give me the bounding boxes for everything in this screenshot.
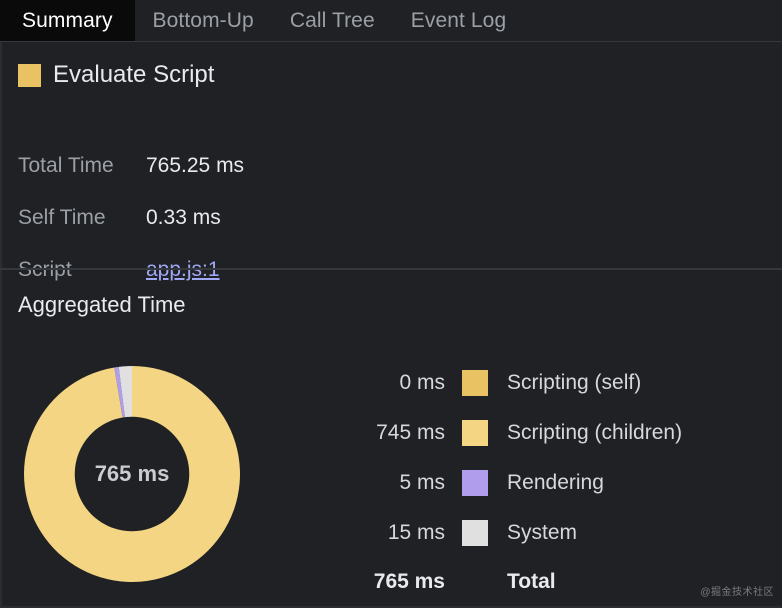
legend-swatch-rendering-icon xyxy=(462,470,488,496)
aggregated-time-heading: Aggregated Time xyxy=(18,292,186,317)
tab-bottom-up-label: Bottom-Up xyxy=(152,9,254,32)
legend-label-scripting-children: Scripting (children) xyxy=(507,421,683,444)
tab-summary[interactable]: Summary xyxy=(0,0,135,42)
donut-svg xyxy=(24,366,241,582)
legend-value-system: 15 ms xyxy=(387,521,445,544)
detail-label-self-time: Self Time xyxy=(18,206,106,229)
detail-row-script: Script app.js:1 xyxy=(18,258,220,282)
legend-row-scripting-self[interactable]: 0 ms Scripting (self) xyxy=(360,358,760,408)
detail-row-self-time: Self Time 0.33 ms xyxy=(18,206,221,230)
event-title-row: Evaluate Script xyxy=(18,63,214,87)
detail-value-self-time: 0.33 ms xyxy=(146,206,221,229)
legend-row-scripting-children[interactable]: 745 ms Scripting (children) xyxy=(360,408,760,458)
section-divider xyxy=(0,268,782,270)
legend-value-scripting-self: 0 ms xyxy=(399,371,445,394)
aggregated-time-legend: 0 ms Scripting (self) 745 ms Scripting (… xyxy=(360,358,760,606)
legend-value-rendering: 5 ms xyxy=(399,471,445,494)
watermark: @掘金技术社区 xyxy=(700,587,774,598)
legend-row-rendering[interactable]: 5 ms Rendering xyxy=(360,458,760,508)
legend-label-total: Total xyxy=(507,570,556,593)
tab-summary-label: Summary xyxy=(22,9,113,32)
detail-row-total-time: Total Time 765.25 ms xyxy=(18,154,244,178)
detail-value-total-time: 765.25 ms xyxy=(146,154,245,177)
tab-event-log[interactable]: Event Log xyxy=(393,0,524,42)
detail-label-total-time: Total Time xyxy=(18,154,114,177)
legend-swatch-scripting-children-icon xyxy=(462,420,488,446)
event-detail-panel: Evaluate Script Total Time 765.25 ms Sel… xyxy=(0,43,782,281)
legend-label-rendering: Rendering xyxy=(507,471,604,494)
aggregated-time-donut-chart: 765 ms xyxy=(22,364,242,584)
legend-value-total: 765 ms xyxy=(373,570,445,593)
legend-row-system[interactable]: 15 ms System xyxy=(360,508,760,558)
tab-call-tree[interactable]: Call Tree xyxy=(272,0,393,42)
event-color-swatch-icon xyxy=(18,63,41,87)
page-title: Evaluate Script xyxy=(53,61,215,88)
legend-label-system: System xyxy=(507,521,578,544)
legend-row-total: 765 ms Total xyxy=(360,558,760,606)
script-source-link[interactable]: app.js:1 xyxy=(146,258,220,282)
tab-event-log-label: Event Log xyxy=(410,9,507,32)
legend-swatch-system-icon xyxy=(462,520,488,546)
tab-call-tree-label: Call Tree xyxy=(289,9,375,32)
tab-bottom-up[interactable]: Bottom-Up xyxy=(135,0,272,42)
tab-bar: Summary Bottom-Up Call Tree Event Log xyxy=(0,0,782,42)
legend-value-scripting-children: 745 ms xyxy=(376,421,445,444)
detail-label-script: Script xyxy=(18,258,72,281)
legend-label-scripting-self: Scripting (self) xyxy=(507,371,642,394)
legend-swatch-scripting-self-icon xyxy=(462,370,488,396)
